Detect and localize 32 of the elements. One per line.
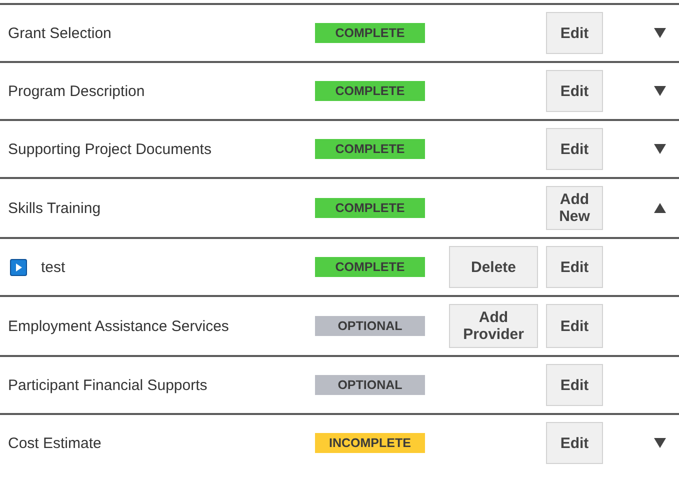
expand-caret-icon[interactable] bbox=[654, 86, 666, 96]
expand-caret-icon[interactable] bbox=[654, 438, 666, 448]
status-badge: INCOMPLETE bbox=[315, 433, 425, 453]
action-button[interactable]: Add Provider bbox=[449, 304, 538, 348]
play-icon[interactable] bbox=[10, 258, 27, 276]
action-button[interactable]: Edit bbox=[546, 364, 603, 406]
action-button[interactable]: Edit bbox=[546, 422, 603, 464]
section-name: Employment Assistance Services bbox=[8, 318, 229, 334]
status-badge: COMPLETE bbox=[315, 257, 425, 277]
status-badge: COMPLETE bbox=[315, 198, 425, 218]
expand-caret-icon[interactable] bbox=[654, 144, 666, 154]
action-button[interactable]: Edit bbox=[546, 304, 603, 348]
status-badge: OPTIONAL bbox=[315, 316, 425, 336]
status-badge: OPTIONAL bbox=[315, 375, 425, 395]
section-name: Skills Training bbox=[8, 200, 101, 216]
section-name: Grant Selection bbox=[8, 24, 112, 42]
section-name: Cost Estimate bbox=[8, 434, 102, 452]
status-badge: COMPLETE bbox=[315, 139, 425, 159]
expand-caret-icon[interactable] bbox=[654, 28, 666, 38]
section-name: Participant Financial Supports bbox=[8, 376, 208, 394]
status-badge: COMPLETE bbox=[315, 23, 425, 43]
action-button[interactable]: Delete bbox=[449, 246, 538, 288]
status-badge: COMPLETE bbox=[315, 81, 425, 101]
action-button[interactable]: Edit bbox=[546, 12, 603, 54]
collapse-caret-icon[interactable] bbox=[654, 203, 666, 213]
action-button[interactable]: Edit bbox=[546, 128, 603, 170]
section-name: Program Description bbox=[8, 82, 145, 100]
action-button[interactable]: Edit bbox=[546, 246, 603, 288]
section-name: Supporting Project Documents bbox=[8, 140, 212, 158]
section-name: test bbox=[41, 258, 66, 276]
action-button[interactable]: Add New bbox=[546, 186, 603, 230]
action-button[interactable]: Edit bbox=[546, 70, 603, 112]
